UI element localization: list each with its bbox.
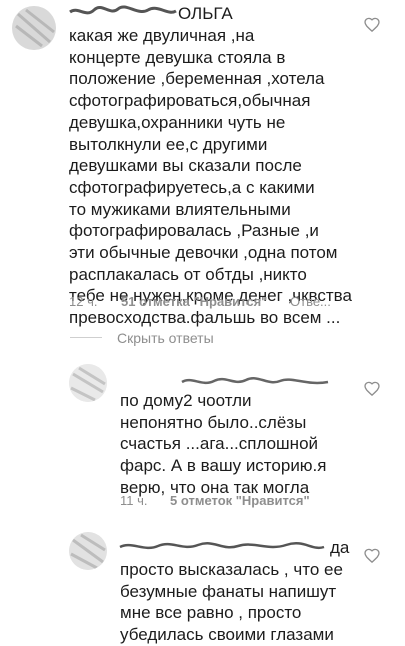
likes-count: 5 отметок "Нравится"	[170, 493, 310, 508]
avatar-scribble	[12, 6, 56, 50]
comment-text: какая же двуличная ,на концерте девушка …	[69, 26, 352, 328]
username-scribble	[69, 5, 177, 15]
comment-likes[interactable]: 5 отметок "Нравится"	[170, 493, 310, 508]
avatar[interactable]	[69, 364, 107, 402]
heart-outline-icon[interactable]	[364, 381, 380, 396]
avatar[interactable]	[69, 532, 107, 570]
comment-text: по дому2 чоотли непонятно было..слёзы сч…	[120, 391, 327, 497]
heart-outline-icon[interactable]	[364, 548, 380, 563]
hide-replies-button[interactable]: Скрыть ответы	[117, 330, 214, 346]
reply-button[interactable]: Отве...	[290, 294, 331, 309]
avatar-scribble	[69, 364, 107, 402]
comment-likes[interactable]: 51 отметка "Нравится"	[121, 294, 267, 309]
username-scribble	[181, 377, 329, 385]
comment-time: 11 ч.	[120, 493, 148, 508]
comment-username[interactable]: ОЛЬГА	[178, 3, 233, 25]
username-scribble	[119, 542, 325, 550]
likes-count: 51 отметка "Нравится"	[121, 294, 268, 309]
avatar-scribble	[69, 532, 107, 570]
hide-replies-line	[70, 337, 102, 338]
comment-time: 12 ч.	[69, 294, 98, 309]
avatar[interactable]	[12, 6, 56, 50]
comment-text: просто высказалась , что ее безумные фан…	[120, 560, 343, 645]
heart-outline-icon[interactable]	[364, 17, 380, 32]
comment-username-tail[interactable]: да	[330, 537, 349, 559]
